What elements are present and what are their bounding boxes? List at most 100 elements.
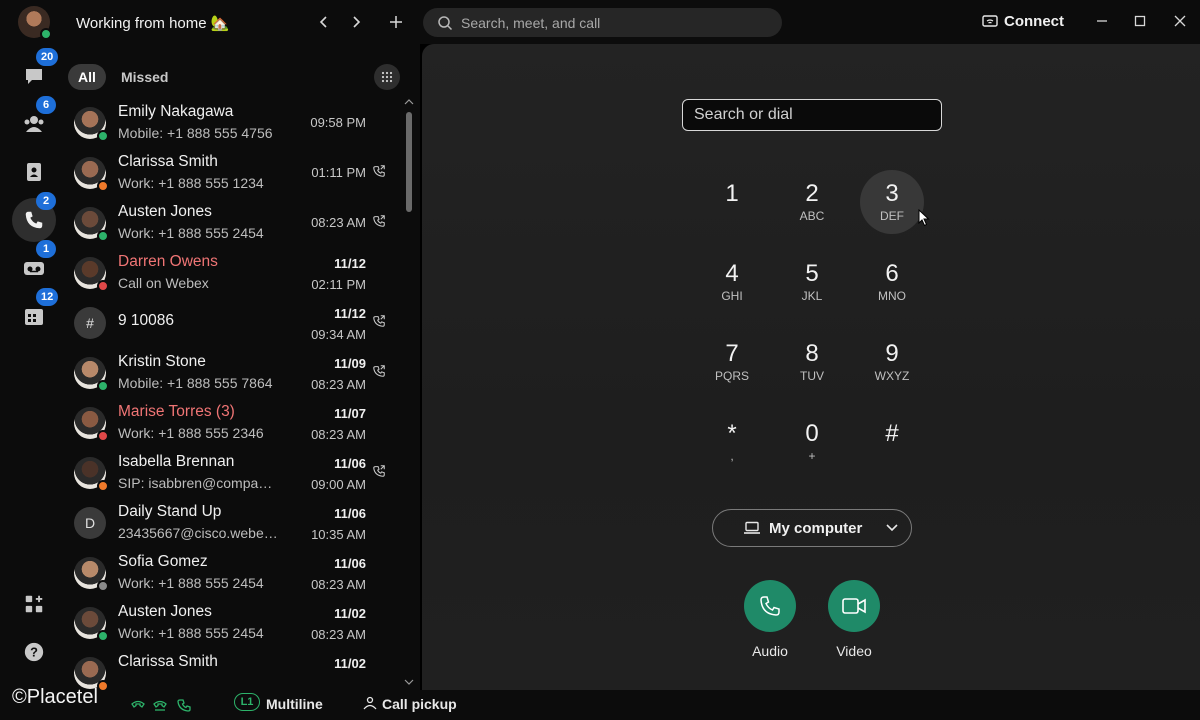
key-digit: 2	[805, 180, 819, 207]
call-pickup-icon	[363, 696, 377, 710]
dialpad-key[interactable]: 8 TUV	[780, 330, 844, 394]
call-row[interactable]: Emily Nakagawa Mobile: +1 888 555 4756 09:…	[68, 98, 398, 148]
video-call-button[interactable]	[828, 580, 880, 632]
status-message[interactable]: Working from home 🏡	[76, 14, 229, 32]
rail-teams[interactable]: 6	[12, 96, 56, 146]
scrollbar[interactable]	[404, 96, 414, 688]
presence-status-icon	[97, 580, 109, 592]
multiline-button[interactable]: Multiline	[266, 696, 323, 712]
call-date: 11/02	[334, 606, 366, 621]
audio-call-button[interactable]	[744, 580, 796, 632]
filter-all[interactable]: All	[68, 64, 106, 90]
key-letters: JKL	[801, 289, 823, 303]
call-detail: 23435667@cisco.webex...	[118, 525, 278, 541]
call-row[interactable]: D Daily Stand Up 23435667@cisco.webex... 11…	[68, 498, 398, 548]
dialpad-icon	[381, 71, 393, 83]
call-name: Austen Jones	[118, 603, 212, 620]
call-time: 10:35 AM	[311, 527, 366, 542]
dialpad-key[interactable]: 1	[700, 170, 764, 234]
dialpad-key[interactable]: 3 DEF	[860, 170, 924, 234]
phone-icon	[25, 211, 43, 229]
contacts-icon	[27, 163, 41, 181]
rail-calling[interactable]: 2	[12, 192, 56, 242]
call-row[interactable]: Sofia Gomez Work: +1 888 555 2454 11/06 08:…	[68, 548, 398, 598]
dial-input[interactable]: Search or dial	[682, 99, 942, 131]
dialpad-key[interactable]: 5 JKL	[780, 250, 844, 314]
dialpad-key[interactable]: *,	[700, 410, 764, 474]
back-button[interactable]	[312, 10, 336, 34]
scroll-thumb[interactable]	[406, 112, 412, 212]
avatar	[74, 407, 109, 442]
svg-text:?: ?	[30, 645, 38, 660]
key-digit: 0	[805, 420, 819, 447]
call-row[interactable]: Clarissa Smith Work: +1 888 555 1234 01:11…	[68, 148, 398, 198]
call-row[interactable]: Darren Owens Call on Webex 11/12 02:11 PM	[68, 248, 398, 298]
key-digit: *	[727, 420, 737, 447]
chat-icon	[26, 69, 42, 84]
do-not-disturb-icon	[177, 699, 191, 712]
line-badge: L1	[234, 693, 260, 711]
rail-voicemail[interactable]: 1	[12, 240, 56, 290]
outgoing-call-icon	[373, 215, 385, 227]
dialpad-key[interactable]: 9 WXYZ	[860, 330, 924, 394]
call-detail: Work: +1 888 555 1234	[118, 175, 264, 191]
dialpad-key[interactable]: 4 GHI	[700, 250, 764, 314]
dialpad-toggle-button[interactable]	[374, 64, 400, 90]
call-settings-icon	[131, 700, 145, 708]
key-letters: GHI	[721, 289, 743, 303]
maximize-button[interactable]	[1130, 11, 1150, 31]
rail-messaging[interactable]: 20	[12, 48, 59, 98]
presence-status-icon	[97, 280, 109, 292]
avatar	[74, 107, 109, 142]
forward-button[interactable]	[344, 10, 368, 34]
rail-contacts[interactable]	[12, 150, 56, 194]
call-row[interactable]: Marise Torres (3) Work: +1 888 555 2346 11…	[68, 398, 398, 448]
call-time: 08:23 AM	[311, 377, 366, 392]
close-button[interactable]	[1170, 11, 1190, 31]
global-search-input[interactable]: Search, meet, and call	[423, 8, 782, 37]
dialpad-key[interactable]: 2 ABC	[780, 170, 844, 234]
dialpad-key[interactable]: 7 PQRS	[700, 330, 764, 394]
device-label: My computer	[769, 519, 863, 537]
rail-help[interactable]: ?	[12, 630, 56, 674]
calling-badge: 2	[36, 192, 56, 210]
call-history-pane: All Missed Emily Nakagawa Mobile: +1 888 …	[68, 44, 420, 692]
minimize-button[interactable]	[1092, 11, 1112, 31]
call-row[interactable]: Isabella Brennan SIP: isabbren@company...…	[68, 448, 398, 498]
avatar	[74, 457, 109, 492]
call-date: 11/06	[334, 506, 366, 521]
rail-meetings[interactable]: 12	[12, 288, 59, 338]
new-button[interactable]	[384, 10, 408, 34]
dialpad-key[interactable]: 0 +	[780, 410, 844, 474]
connect-button[interactable]: Connect	[982, 13, 1064, 30]
presence-status-icon	[97, 230, 109, 242]
top-bar: Working from home 🏡 Search, meet, and ca…	[0, 0, 1200, 44]
my-avatar[interactable]	[18, 6, 52, 40]
call-pickup-button[interactable]: Call pickup	[382, 696, 457, 712]
dialpad-key[interactable]: 6 MNO	[860, 250, 924, 314]
call-row[interactable]: #9 10086 11/12 09:34 AM	[68, 298, 398, 348]
device-select[interactable]: My computer	[712, 509, 912, 547]
key-letters: TUV	[800, 369, 824, 383]
calendar-icon	[25, 309, 43, 325]
call-name: Marise Torres (3)	[118, 403, 235, 420]
dialpad-key[interactable]: #	[860, 410, 924, 474]
call-row[interactable]: Kristin Stone Mobile: +1 888 555 7864 11/0…	[68, 348, 398, 398]
call-row[interactable]: Austen Jones Work: +1 888 555 2454 08:23 A…	[68, 198, 398, 248]
avatar	[74, 557, 109, 592]
key-digit: 3	[885, 180, 899, 207]
call-date: 11/12	[334, 256, 366, 271]
filter-missed[interactable]: Missed	[111, 64, 178, 90]
avatar	[74, 607, 109, 642]
key-digit: 7	[725, 340, 739, 367]
connect-label: Connect	[1004, 13, 1064, 30]
outgoing-call-icon	[373, 165, 385, 177]
rail-apps[interactable]	[12, 582, 56, 626]
call-list: Emily Nakagawa Mobile: +1 888 555 4756 09:…	[68, 98, 398, 698]
minimize-icon	[1097, 20, 1107, 22]
key-digit: 9	[885, 340, 899, 367]
call-name: Darren Owens	[118, 253, 218, 270]
call-row[interactable]: Austen Jones Work: +1 888 555 2454 11/02 08…	[68, 598, 398, 648]
call-name: Clarissa Smith	[118, 153, 218, 170]
key-digit: 5	[805, 260, 819, 287]
